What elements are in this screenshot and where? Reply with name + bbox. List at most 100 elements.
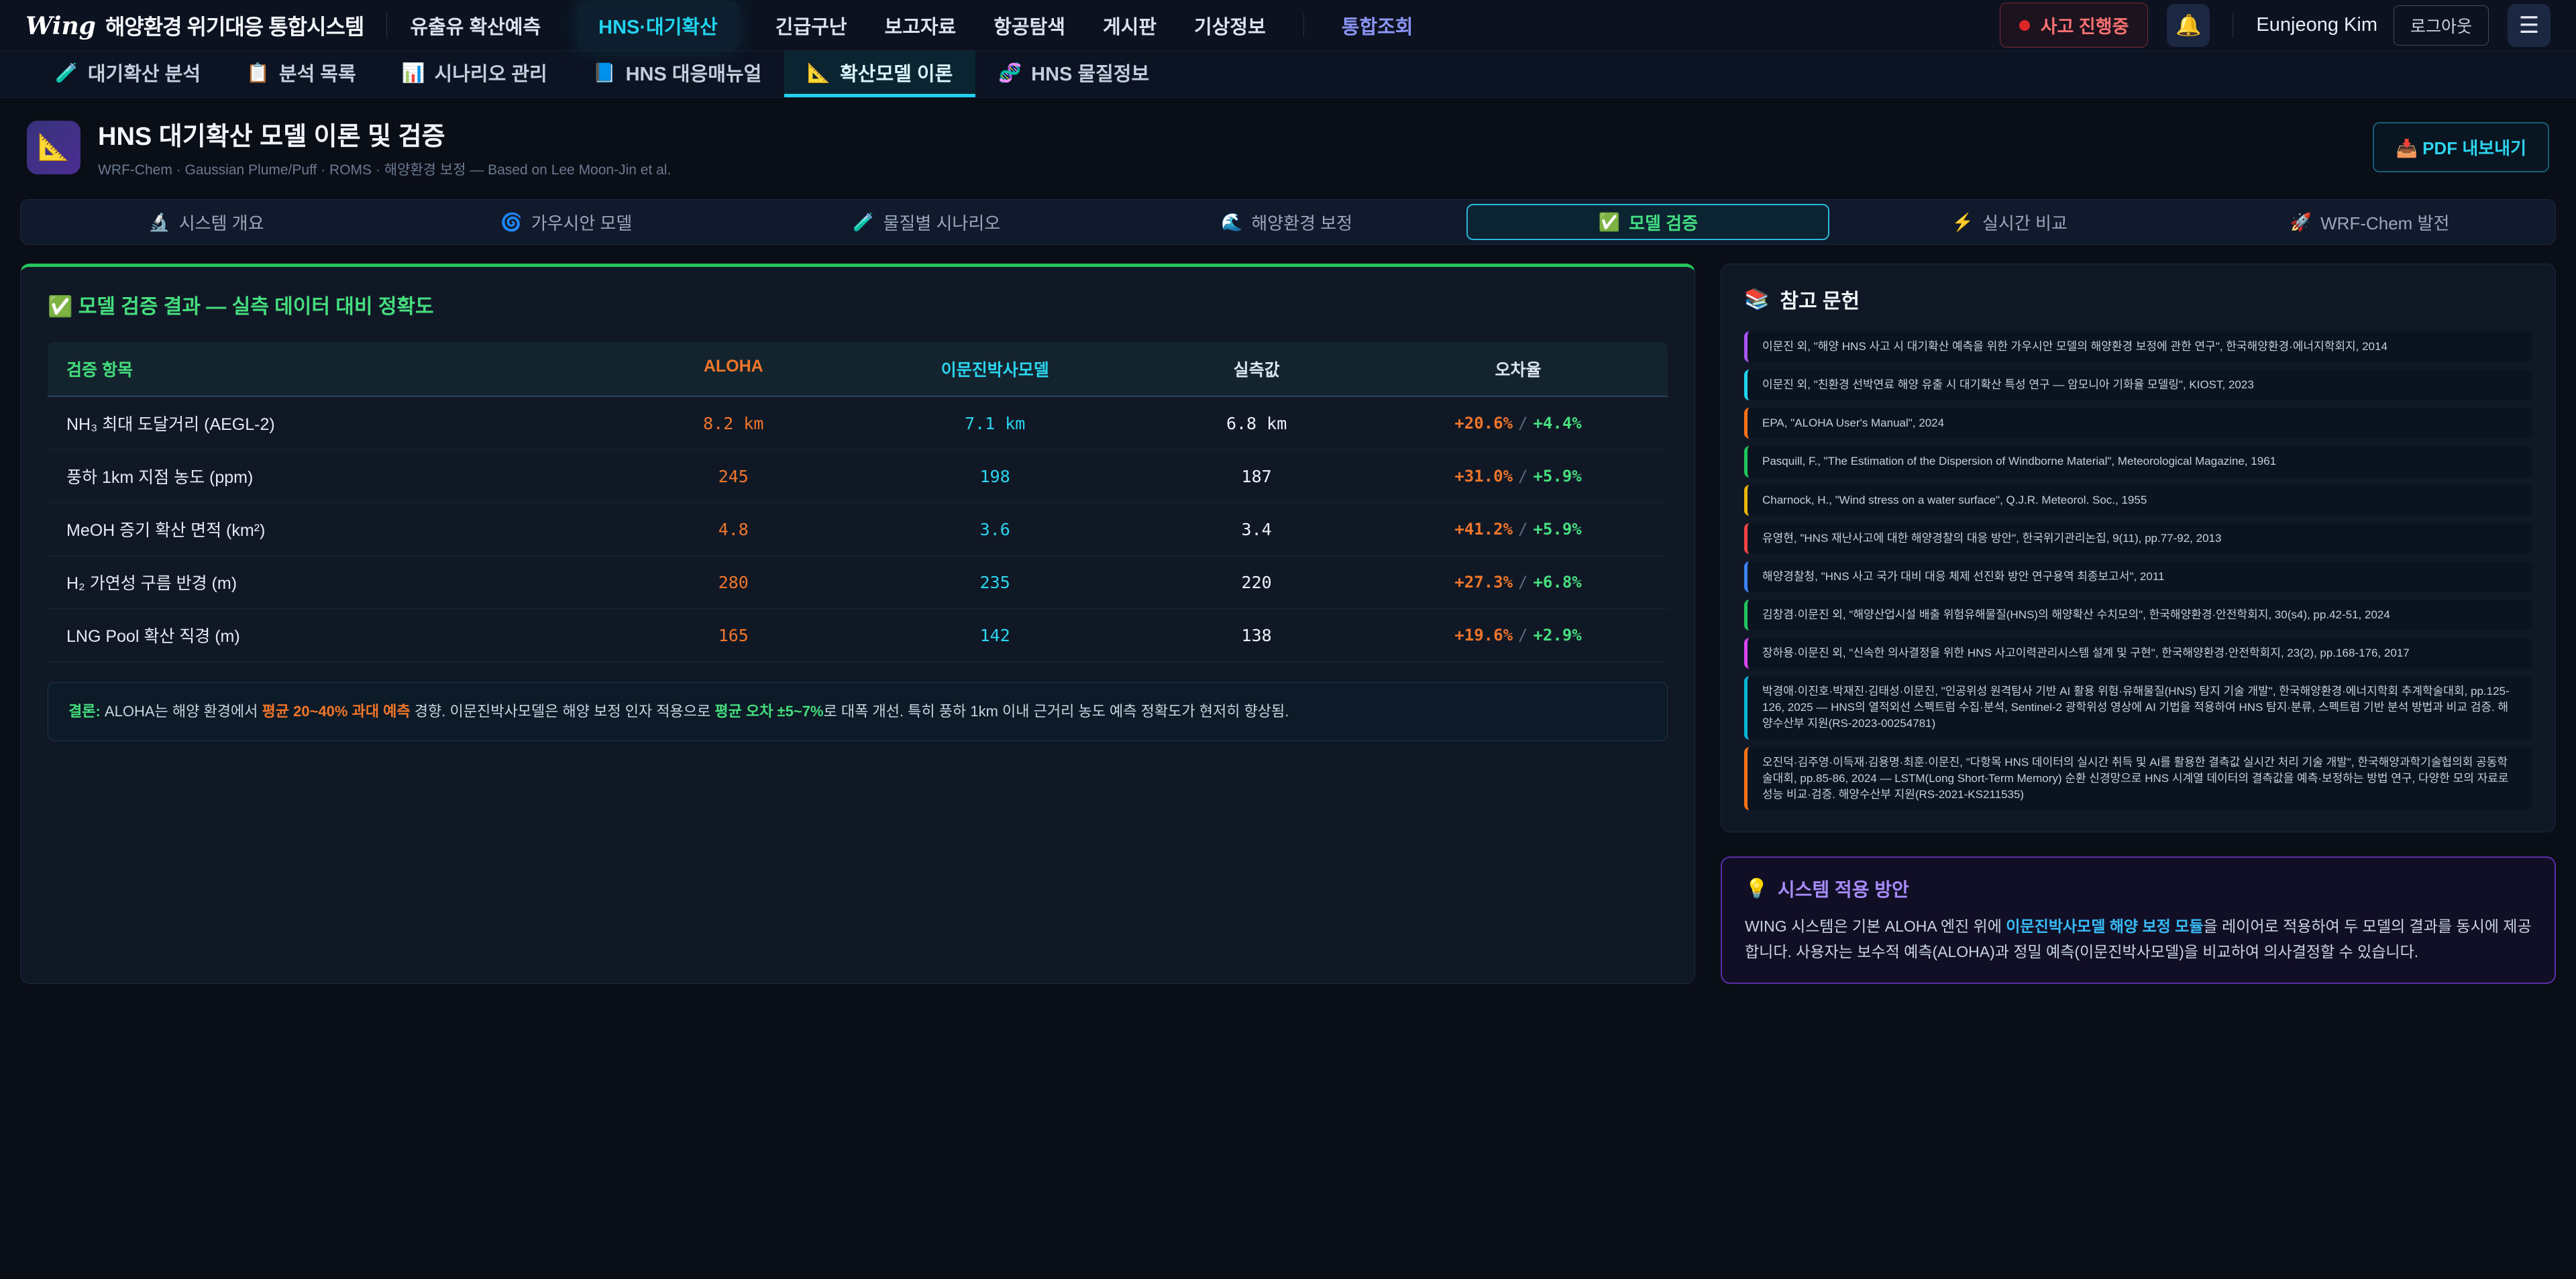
col-header-aloha: ALOHA xyxy=(602,357,864,381)
pdf-export-label: PDF 내보내기 xyxy=(2422,138,2526,158)
page-header-text: HNS 대기확산 모델 이론 및 검증 WRF-Chem · Gaussian … xyxy=(98,115,671,179)
section-tab[interactable]: ✅모델 검증 xyxy=(1466,204,1829,240)
error-separator: / xyxy=(1513,520,1533,539)
sub-nav-tab[interactable]: 📘 HNS 대응매뉴얼 xyxy=(570,51,785,97)
sub-nav-tab-label: HNS 물질정보 xyxy=(1031,58,1149,87)
measured-value: 6.8 km xyxy=(1126,414,1387,433)
conclusion-text: 경향. 이문진박사모델은 해양 보정 인자 적용으로 xyxy=(411,703,715,720)
system-application-title-label: 시스템 적용 방안 xyxy=(1778,875,1909,902)
top-nav: Wing 해양환경 위기대응 통합시스템 유출유 확산예측 HNS·대기확산 긴급구… xyxy=(0,0,2576,51)
validation-panel: ✅ 모델 검증 결과 — 실측 데이터 대비 정확도 검증 항목 ALOHA 이… xyxy=(20,264,1695,984)
system-application-panel: 💡 시스템 적용 방안 WING 시스템은 기본 ALOHA 엔진 위에 이문진… xyxy=(1721,856,2556,984)
tab-icon: 🚀 xyxy=(2290,212,2312,233)
model-error: +5.9% xyxy=(1533,467,1581,486)
brand-title: 해양환경 위기대응 통합시스템 xyxy=(105,10,364,41)
model-value: 142 xyxy=(864,626,1126,645)
table-row: NH₃ 최대 도달거리 (AEGL-2)8.2 km7.1 km6.8 km+2… xyxy=(48,397,1668,450)
sub-nav-tab[interactable]: 🧪 대기확산 분석 xyxy=(32,51,223,97)
references-list: 이문진 외, "해양 HNS 사고 시 대기확산 예측을 위한 가우시안 모델의… xyxy=(1744,331,2532,810)
validation-panel-title: ✅ 모델 검증 결과 — 실측 데이터 대비 정확도 xyxy=(48,290,1668,319)
tab-icon: 📐 xyxy=(807,62,830,84)
validation-table-header: 검증 항목 ALOHA 이문진박사모델 실측값 오차율 xyxy=(48,342,1668,397)
main-menu-item[interactable]: 기상정보 xyxy=(1194,11,1266,40)
tab-icon: 📘 xyxy=(593,62,616,84)
sub-nav-tab[interactable]: 📋분석 목록 xyxy=(223,51,379,97)
tab-icon: ⚡ xyxy=(1952,212,1974,233)
tab-icon: 🌊 xyxy=(1221,212,1242,233)
error-rate: +19.6%/+2.9% xyxy=(1387,626,1649,645)
col-header-model: 이문진박사모델 xyxy=(864,357,1126,381)
main-menu-item[interactable]: 보고자료 xyxy=(885,11,957,40)
main-menu-item[interactable]: 유출유 확산예측 xyxy=(410,11,541,40)
main-menu-item[interactable]: HNS·대기확산 xyxy=(578,1,738,50)
reference-item: 김창겸·이문진 외, "해양산업시설 배출 위험유해물질(HNS)의 해양확산 … xyxy=(1744,600,2532,630)
section-tab[interactable]: 🚀WRF-Chem 발전 xyxy=(2190,204,2550,240)
section-tab-label: 해양환경 보정 xyxy=(1251,210,1352,235)
page-header: 📐 HNS 대기확산 모델 이론 및 검증 WRF-Chem · Gaussia… xyxy=(0,98,2576,194)
conclusion-text: ALOHA는 해양 환경에서 xyxy=(101,703,262,720)
error-rate: +31.0%/+5.9% xyxy=(1387,467,1649,486)
tab-icon: 🧪 xyxy=(55,62,78,84)
tab-icon: 📊 xyxy=(402,62,425,84)
sub-nav-tab[interactable]: 📊시나리오 관리 xyxy=(379,51,570,97)
section-tab-label: 가우시안 모델 xyxy=(531,210,633,235)
section-tab[interactable]: ⚡ 실시간 비교 xyxy=(1829,204,2190,240)
tab-icon: 🧪 xyxy=(853,212,874,233)
error-rate: +41.2%/+5.9% xyxy=(1387,520,1649,539)
main-menu-item[interactable]: 항공탐색 xyxy=(994,11,1065,40)
col-header-item: 검증 항목 xyxy=(66,357,602,381)
brand-logo-mark: Wing xyxy=(25,12,96,40)
measured-value: 187 xyxy=(1126,467,1387,486)
aloha-value: 8.2 km xyxy=(602,414,864,433)
reference-item: 장하용·이문진 외, "신속한 의사결정을 위한 HNS 사고이력관리시스템 설… xyxy=(1744,638,2532,669)
error-rate: +20.6%/+4.4% xyxy=(1387,414,1649,433)
section-tab[interactable]: 🧪 물질별 시나리오 xyxy=(747,204,1107,240)
sub-nav-tab-label: HNS 대응매뉴얼 xyxy=(626,58,762,87)
main-menu-item[interactable]: 긴급구난 xyxy=(775,11,847,40)
references-title: 📚 참고 문헌 xyxy=(1744,284,2532,314)
conclusion-text: 결론: xyxy=(68,703,101,720)
reference-item: EPA, "ALOHA User's Manual", 2024 xyxy=(1744,408,2532,439)
section-tab[interactable]: 🌊 해양환경 보정 xyxy=(1107,204,1467,240)
reference-item: Pasquill, F., "The Estimation of the Dis… xyxy=(1744,446,2532,477)
reference-item: 해양경찰청, "HNS 사고 국가 대비 대응 체제 선진화 방안 연구용역 최… xyxy=(1744,561,2532,592)
reference-item: 박경애·이진호·박재진·김태성·이문진, "인공위성 원격탐사 기반 AI 활용… xyxy=(1744,676,2532,739)
pdf-export-button[interactable]: 📥 PDF 내보내기 xyxy=(2373,122,2549,172)
system-application-body: WING 시스템은 기본 ALOHA 엔진 위에 이문진박사모델 해양 보정 모… xyxy=(1745,914,2532,965)
notifications-button[interactable]: 🔔 xyxy=(2167,4,2210,47)
section-tab-label: 실시간 비교 xyxy=(1982,210,2068,235)
section-tab[interactable]: 🔬 시스템 개요 xyxy=(26,204,386,240)
user-name: Eunjeong Kim xyxy=(2256,14,2377,36)
section-tab[interactable]: 🌀 가우시안 모델 xyxy=(386,204,747,240)
measured-value: 138 xyxy=(1126,626,1387,645)
menu-button[interactable]: ☰ xyxy=(2508,4,2551,47)
right-column: 📚 참고 문헌 이문진 외, "해양 HNS 사고 시 대기확산 예측을 위한 … xyxy=(1721,264,2556,984)
row-item-label: H₂ 가연성 구름 반경 (m) xyxy=(66,570,602,594)
aloha-error: +19.6% xyxy=(1454,626,1513,645)
conclusion-note: 결론: ALOHA는 해양 환경에서 평균 20~40% 과대 예측 경향. 이… xyxy=(48,682,1668,741)
table-row: H₂ 가연성 구름 반경 (m)280235220+27.3%/+6.8% xyxy=(48,556,1668,609)
model-value: 235 xyxy=(864,573,1126,592)
sub-nav-tab[interactable]: 📐 확산모델 이론 xyxy=(784,51,975,97)
tab-icon: 🔬 xyxy=(148,212,170,233)
sub-nav-tab-label: 대기확산 분석 xyxy=(88,58,201,87)
row-item-label: MeOH 증기 확산 면적 (km²) xyxy=(66,517,602,541)
application-text: WING 시스템은 기본 ALOHA 엔진 위에 xyxy=(1745,917,2006,935)
bell-icon: 🔔 xyxy=(2176,13,2202,38)
model-error: +2.9% xyxy=(1533,626,1581,645)
logout-button[interactable]: 로그아웃 xyxy=(2394,5,2489,46)
tab-icon: 🌀 xyxy=(500,212,522,233)
main-menu-item[interactable]: 게시판 xyxy=(1103,11,1157,40)
section-tab-label: 물질별 시나리오 xyxy=(883,210,1001,235)
reference-item: 이문진 외, "해양 HNS 사고 시 대기확산 예측을 위한 가우시안 모델의… xyxy=(1744,331,2532,362)
reference-item: 오진덕·김주영·이득재·김용명·최훈·이문진, "다항목 HNS 데이터의 실시… xyxy=(1744,747,2532,810)
main-menu-item[interactable]: 통합조회 xyxy=(1342,11,1413,40)
model-error: +5.9% xyxy=(1533,520,1581,539)
sub-nav-tab[interactable]: 🧬HNS 물질정보 xyxy=(975,51,1172,97)
sub-nav-tab-label: 확산모델 이론 xyxy=(840,58,953,87)
conclusion-text: 평균 오차 ±5~7% xyxy=(714,703,823,720)
download-icon: 📥 xyxy=(2396,138,2417,158)
section-tab-label: 모델 검증 xyxy=(1629,210,1698,235)
section-tab-label: 시스템 개요 xyxy=(179,210,264,235)
divider xyxy=(1303,14,1304,37)
